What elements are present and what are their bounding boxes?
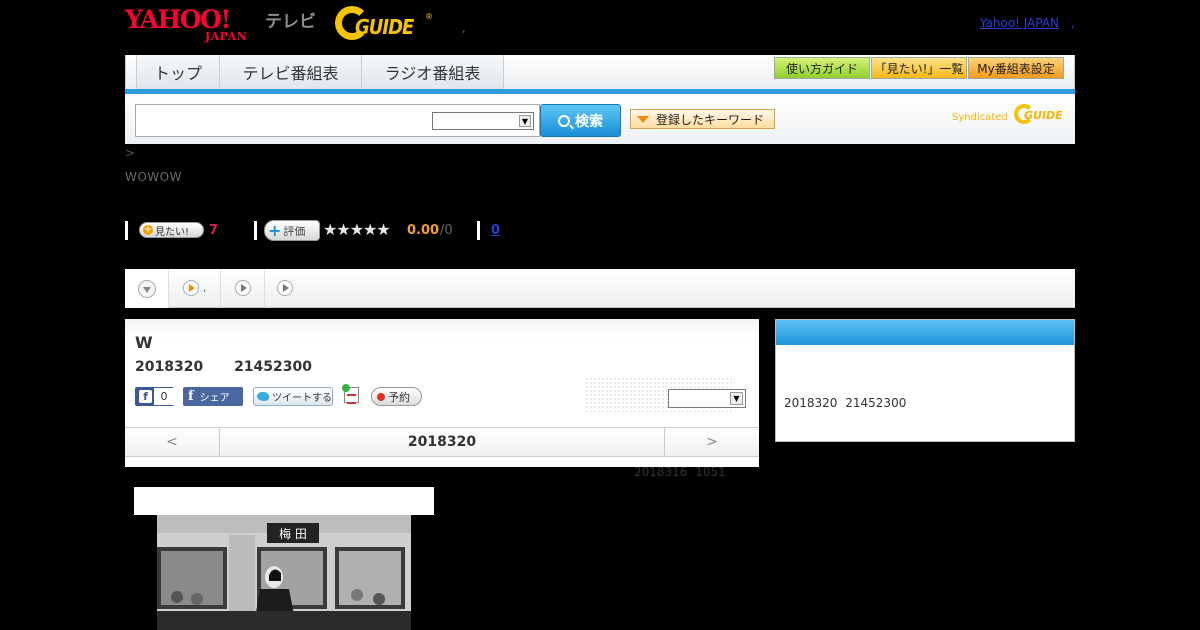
play-icon [277,280,293,296]
play-icon [234,280,251,296]
tab-program-reviews[interactable] [265,269,305,307]
want-count: 7 [209,223,219,238]
tab-radio-schedule[interactable]: ラジオ番組表 [362,55,504,89]
divider [254,221,257,240]
breadcrumb[interactable]: > [125,146,135,160]
tab-program-details[interactable] [125,269,169,308]
main-nav: トップ テレビ番組表 ラジオ番組表 使い方ガイド 「見たい!」一覧 My番組表設… [125,55,1075,91]
record-dot-icon [377,392,385,401]
side-panel-datetime: 2018320 21452300 [784,396,907,410]
my-schedule-settings-button[interactable]: My番組表設定 [968,57,1064,79]
program-info-panel: W 2018320 21452300 f 0 f シェア ツイートする 予約 ▼… [125,319,759,467]
syndicated-logo-text: GUIDE [1024,109,1063,122]
syndicated-text: Syndicated [952,112,1008,123]
usage-guide-button[interactable]: 使い方ガイド [774,57,870,79]
review-count-link[interactable]: 0 [491,223,500,238]
syndicated-gguide-logo: Syndicated GUIDE [952,103,1067,129]
previous-day-button[interactable]: < [125,428,220,456]
program-image: 梅 田 [157,515,411,630]
facebook-like-count: 0 [154,388,174,405]
rate-button[interactable]: + 評価 [264,220,320,241]
tab-program-cast[interactable] [221,269,265,307]
device-select[interactable]: ▼ [668,389,746,408]
tweet-button[interactable]: ツイートする [253,387,333,406]
header-link-separator: , [1071,16,1075,30]
channel-name: WOWOW [125,170,182,184]
tab-program-related[interactable]: , [169,269,221,307]
current-date: 2018320 [407,434,477,450]
chevron-down-icon [137,279,156,298]
facebook-icon: f [188,389,194,404]
tab-tv-schedule[interactable]: テレビ番組表 [220,55,362,89]
search-category-select[interactable]: ▼ [432,112,534,130]
search-icon [558,114,570,127]
yahoo-japan-link[interactable]: Yahoo! JAPAN [980,16,1059,30]
tab-top[interactable]: トップ [136,55,220,89]
gguide-logo[interactable]: GUIDE ® [333,4,433,42]
image-caption-box [134,487,434,515]
want-to-watch-label: 見たい! [155,226,190,238]
program-tab-strip: , [125,269,1075,308]
play-icon [183,280,199,296]
reserve-label: 予約 [388,390,410,404]
last-updated: 2018316 1051 [634,465,726,479]
search-button-label: 検索 [575,113,603,130]
saved-keywords-button[interactable]: 登録したキーワード [630,109,775,129]
next-day-button[interactable]: > [664,428,759,456]
program-title: W [135,333,153,352]
train-scene-image: 梅 田 [157,515,411,630]
twitter-bird-icon [257,392,269,401]
registered-mark: ® [425,12,433,21]
tab-related-label: , [203,282,207,294]
date-navigation: < 2018320 > [125,427,759,457]
reserve-recording-button[interactable]: 予約 [371,387,422,406]
rate-label: 評価 [283,224,306,238]
station-sign: 梅 田 [279,526,307,541]
rating-score: 0.00 [407,223,440,238]
divider [477,221,480,240]
facebook-share-label: シェア [199,393,230,404]
divider [125,221,128,240]
rating-stars-icon: ★★★★★ [323,220,391,239]
dropdown-arrow-icon: ▼ [519,115,531,127]
program-datetime: 2018320 21452300 [135,359,312,375]
yahoo-logo-sub: JAPAN [205,30,248,43]
wishlist-button[interactable]: 「見たい!」一覧 [871,57,967,79]
side-panel: 2018320 21452300 [775,319,1075,442]
search-button[interactable]: 検索 [540,104,621,137]
tv-label: テレビ [265,12,316,32]
header-separator: , [462,22,466,35]
plus-icon: + [268,220,282,240]
facebook-share-button[interactable]: f シェア [183,387,243,406]
facebook-icon: f [139,390,152,403]
dropdown-arrow-icon: ▼ [730,392,743,405]
triangle-down-icon [637,115,649,123]
rating-count: /0 [440,223,453,238]
tweet-label: ツイートする [272,393,332,404]
want-to-watch-button[interactable]: + 見たい! [139,222,204,238]
saved-keywords-label: 登録したキーワード [656,112,765,127]
site-header: YAHOO! JAPAN テレビ GUIDE ® , Yahoo! JAPAN … [125,0,1075,55]
add-calendar-icon[interactable] [342,384,359,404]
side-panel-header [776,320,1074,345]
plus-icon: + [143,225,153,235]
gguide-logo-text: GUIDE [355,15,414,40]
search-bar: ▼ 検索 登録したキーワード Syndicated GUIDE [125,94,1075,144]
yahoo-logo[interactable]: YAHOO! JAPAN [125,6,261,44]
